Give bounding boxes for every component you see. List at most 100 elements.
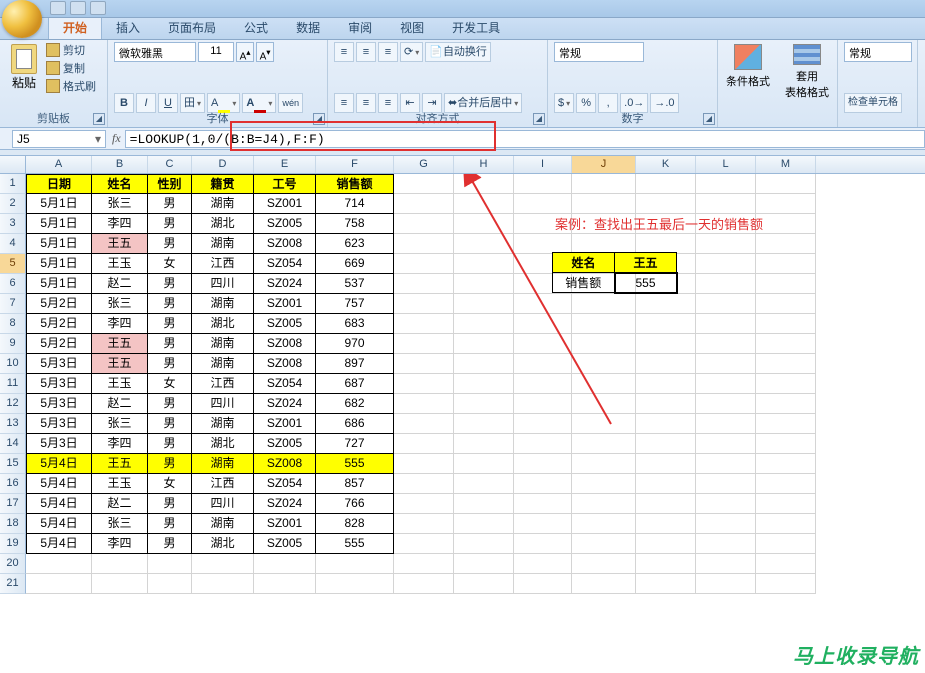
cell-18-L[interactable]: [696, 514, 756, 534]
cell-16-K[interactable]: [636, 474, 696, 494]
fx-icon[interactable]: fx: [112, 131, 121, 146]
cell-21-A[interactable]: [26, 574, 92, 594]
cell-8-H[interactable]: [454, 314, 514, 334]
row-header-10[interactable]: 10: [0, 354, 26, 374]
cell-5-L[interactable]: [696, 254, 756, 274]
orientation-button[interactable]: ⟳: [400, 42, 423, 62]
cell-18-B[interactable]: 张三: [92, 514, 148, 534]
cell-16-M[interactable]: [756, 474, 816, 494]
cell-10-I[interactable]: [514, 354, 572, 374]
cell-3-H[interactable]: [454, 214, 514, 234]
cell-5-G[interactable]: [394, 254, 454, 274]
tab-2[interactable]: 页面布局: [154, 16, 230, 39]
cell-4-L[interactable]: [696, 234, 756, 254]
cell-20-A[interactable]: [26, 554, 92, 574]
cell-19-G[interactable]: [394, 534, 454, 554]
cell-16-F[interactable]: 857: [316, 474, 394, 494]
cell-17-F[interactable]: 766: [316, 494, 394, 514]
cell-21-G[interactable]: [394, 574, 454, 594]
cell-12-I[interactable]: [514, 394, 572, 414]
cell-9-G[interactable]: [394, 334, 454, 354]
cell-17-K[interactable]: [636, 494, 696, 514]
col-header-J[interactable]: J: [572, 156, 636, 173]
cell-12-J[interactable]: [572, 394, 636, 414]
row-header-13[interactable]: 13: [0, 414, 26, 434]
cell-20-M[interactable]: [756, 554, 816, 574]
cell-12-B[interactable]: 赵二: [92, 394, 148, 414]
cell-16-G[interactable]: [394, 474, 454, 494]
cell-5-H[interactable]: [454, 254, 514, 274]
check-cell-button[interactable]: 检查单元格: [844, 93, 902, 113]
cell-1-G[interactable]: [394, 174, 454, 194]
cell-11-B[interactable]: 王玉: [92, 374, 148, 394]
paste-button[interactable]: 粘贴: [6, 42, 42, 100]
cell-2-J[interactable]: [572, 194, 636, 214]
cell-1-H[interactable]: [454, 174, 514, 194]
cell-16-J[interactable]: [572, 474, 636, 494]
cell-4-F[interactable]: 623: [316, 234, 394, 254]
cell-5-F[interactable]: 669: [316, 254, 394, 274]
cell-7-J[interactable]: [572, 294, 636, 314]
cell-9-K[interactable]: [636, 334, 696, 354]
cell-9-M[interactable]: [756, 334, 816, 354]
cell-1-J[interactable]: [572, 174, 636, 194]
number-expand[interactable]: ◢: [703, 113, 715, 125]
cell-8-I[interactable]: [514, 314, 572, 334]
cell-2-C[interactable]: 男: [148, 194, 192, 214]
cell-8-J[interactable]: [572, 314, 636, 334]
cell-13-D[interactable]: 湖南: [192, 414, 254, 434]
cell-21-L[interactable]: [696, 574, 756, 594]
row-header-20[interactable]: 20: [0, 554, 26, 574]
font-name-select[interactable]: 微软雅黑: [114, 42, 196, 62]
cell-1-A[interactable]: 日期: [26, 174, 92, 194]
cell-3-A[interactable]: 5月1日: [26, 214, 92, 234]
cell-13-A[interactable]: 5月3日: [26, 414, 92, 434]
cell-20-C[interactable]: [148, 554, 192, 574]
cell-14-M[interactable]: [756, 434, 816, 454]
cell-11-K[interactable]: [636, 374, 696, 394]
spreadsheet-grid[interactable]: ABCDEFGHIJKLM 12345678910111213141516171…: [0, 156, 925, 594]
cell-20-H[interactable]: [454, 554, 514, 574]
cell-11-A[interactable]: 5月3日: [26, 374, 92, 394]
cell-19-D[interactable]: 湖北: [192, 534, 254, 554]
row-header-17[interactable]: 17: [0, 494, 26, 514]
cell-8-D[interactable]: 湖北: [192, 314, 254, 334]
cell-10-F[interactable]: 897: [316, 354, 394, 374]
cell-2-H[interactable]: [454, 194, 514, 214]
cell-18-G[interactable]: [394, 514, 454, 534]
cell-18-F[interactable]: 828: [316, 514, 394, 534]
cell-15-I[interactable]: [514, 454, 572, 474]
tab-0[interactable]: 开始: [48, 15, 102, 39]
row-header-5[interactable]: 5: [0, 254, 26, 274]
copy-button[interactable]: 复制: [46, 60, 96, 76]
col-header-C[interactable]: C: [148, 156, 192, 173]
cell-20-I[interactable]: [514, 554, 572, 574]
row-header-16[interactable]: 16: [0, 474, 26, 494]
cell-1-B[interactable]: 姓名: [92, 174, 148, 194]
cell-12-C[interactable]: 男: [148, 394, 192, 414]
cell-8-F[interactable]: 683: [316, 314, 394, 334]
cell-19-L[interactable]: [696, 534, 756, 554]
cell-1-K[interactable]: [636, 174, 696, 194]
cell-6-G[interactable]: [394, 274, 454, 294]
cell-15-J[interactable]: [572, 454, 636, 474]
cell-12-A[interactable]: 5月3日: [26, 394, 92, 414]
cell-20-F[interactable]: [316, 554, 394, 574]
cell-9-I[interactable]: [514, 334, 572, 354]
cell-6-A[interactable]: 5月1日: [26, 274, 92, 294]
cell-3-F[interactable]: 758: [316, 214, 394, 234]
col-header-H[interactable]: H: [454, 156, 514, 173]
cell-8-C[interactable]: 男: [148, 314, 192, 334]
cell-14-E[interactable]: SZ005: [254, 434, 316, 454]
cell-10-E[interactable]: SZ008: [254, 354, 316, 374]
cell-13-L[interactable]: [696, 414, 756, 434]
cell-1-C[interactable]: 性别: [148, 174, 192, 194]
cell-20-L[interactable]: [696, 554, 756, 574]
cell-10-A[interactable]: 5月3日: [26, 354, 92, 374]
cell-18-J[interactable]: [572, 514, 636, 534]
qat-redo[interactable]: [90, 1, 106, 15]
cell-13-J[interactable]: [572, 414, 636, 434]
cell-21-I[interactable]: [514, 574, 572, 594]
col-header-E[interactable]: E: [254, 156, 316, 173]
cell-12-F[interactable]: 682: [316, 394, 394, 414]
